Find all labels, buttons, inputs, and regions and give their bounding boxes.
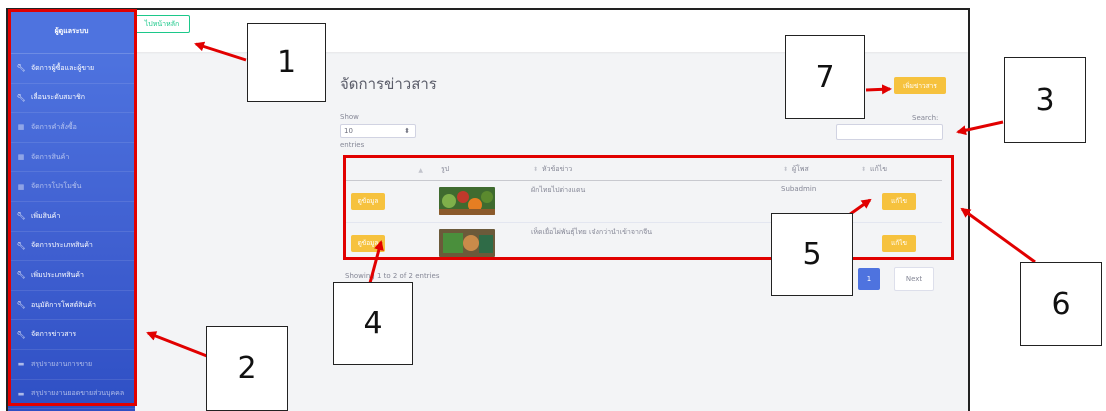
callout-1: 1 [247, 23, 326, 102]
annotation-arrows [146, 41, 1036, 360]
callout-7: 7 [785, 35, 865, 119]
callout-6: 6 [1020, 262, 1102, 346]
callout-4: 4 [333, 282, 413, 365]
callout-2: 2 [206, 326, 288, 411]
callout-5: 5 [771, 213, 853, 296]
callout-3: 3 [1004, 57, 1086, 143]
